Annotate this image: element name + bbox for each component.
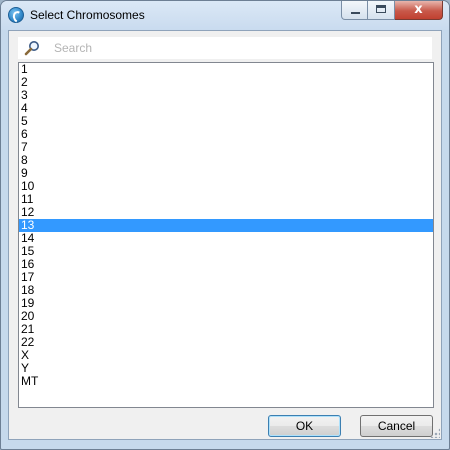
list-item[interactable]: 1 <box>19 63 433 76</box>
search-bar <box>18 37 432 59</box>
caption-buttons: x <box>341 1 443 21</box>
list-item[interactable]: 22 <box>19 336 433 349</box>
chromosome-list[interactable]: 1 2 3 4 5 6 7 8 9 10 11 12 13 14 15 16 17 18 19 20 21 22 X Y MT <box>18 62 434 408</box>
list-item[interactable]: 21 <box>19 323 433 336</box>
list-item[interactable]: 14 <box>19 232 433 245</box>
app-logo-icon <box>8 7 24 23</box>
list-item[interactable]: 18 <box>19 284 433 297</box>
minimize-button[interactable] <box>341 1 368 20</box>
title-bar[interactable]: Select Chromosomes x <box>1 1 449 30</box>
list-item[interactable]: 19 <box>19 297 433 310</box>
select-chromosomes-dialog: Select Chromosomes x 1234567891011121314… <box>0 0 450 450</box>
list-item[interactable]: 13 <box>19 219 433 232</box>
search-input[interactable] <box>54 40 424 56</box>
list-item[interactable]: 11 <box>19 193 433 206</box>
ok-button[interactable]: OK <box>268 415 341 437</box>
window-title: Select Chromosomes <box>30 8 145 22</box>
maximize-button[interactable] <box>368 1 395 20</box>
cancel-button[interactable]: Cancel <box>360 415 433 437</box>
list-item[interactable]: 2 <box>19 76 433 89</box>
list-item[interactable]: 7 <box>19 141 433 154</box>
maximize-icon <box>376 5 386 13</box>
list-item[interactable]: 4 <box>19 102 433 115</box>
close-icon: x <box>414 2 423 17</box>
list-item[interactable]: 3 <box>19 89 433 102</box>
list-item[interactable]: 16 <box>19 258 433 271</box>
dialog-body: 12345678910111213141516171819202122XYMT … <box>8 30 442 440</box>
list-item[interactable]: 20 <box>19 310 433 323</box>
list-item[interactable]: MT <box>19 375 433 388</box>
list-item[interactable]: 9 <box>19 167 433 180</box>
list-item[interactable]: 6 <box>19 128 433 141</box>
minimize-icon <box>351 12 360 14</box>
list-item[interactable]: X <box>19 349 433 362</box>
list-item[interactable]: 8 <box>19 154 433 167</box>
list-item[interactable]: 5 <box>19 115 433 128</box>
search-icon <box>24 41 39 56</box>
list-item[interactable]: Y <box>19 362 433 375</box>
list-item[interactable]: 12 <box>19 206 433 219</box>
close-button[interactable]: x <box>395 1 443 20</box>
list-item[interactable]: 17 <box>19 271 433 284</box>
list-item[interactable]: 10 <box>19 180 433 193</box>
list-item[interactable]: 15 <box>19 245 433 258</box>
